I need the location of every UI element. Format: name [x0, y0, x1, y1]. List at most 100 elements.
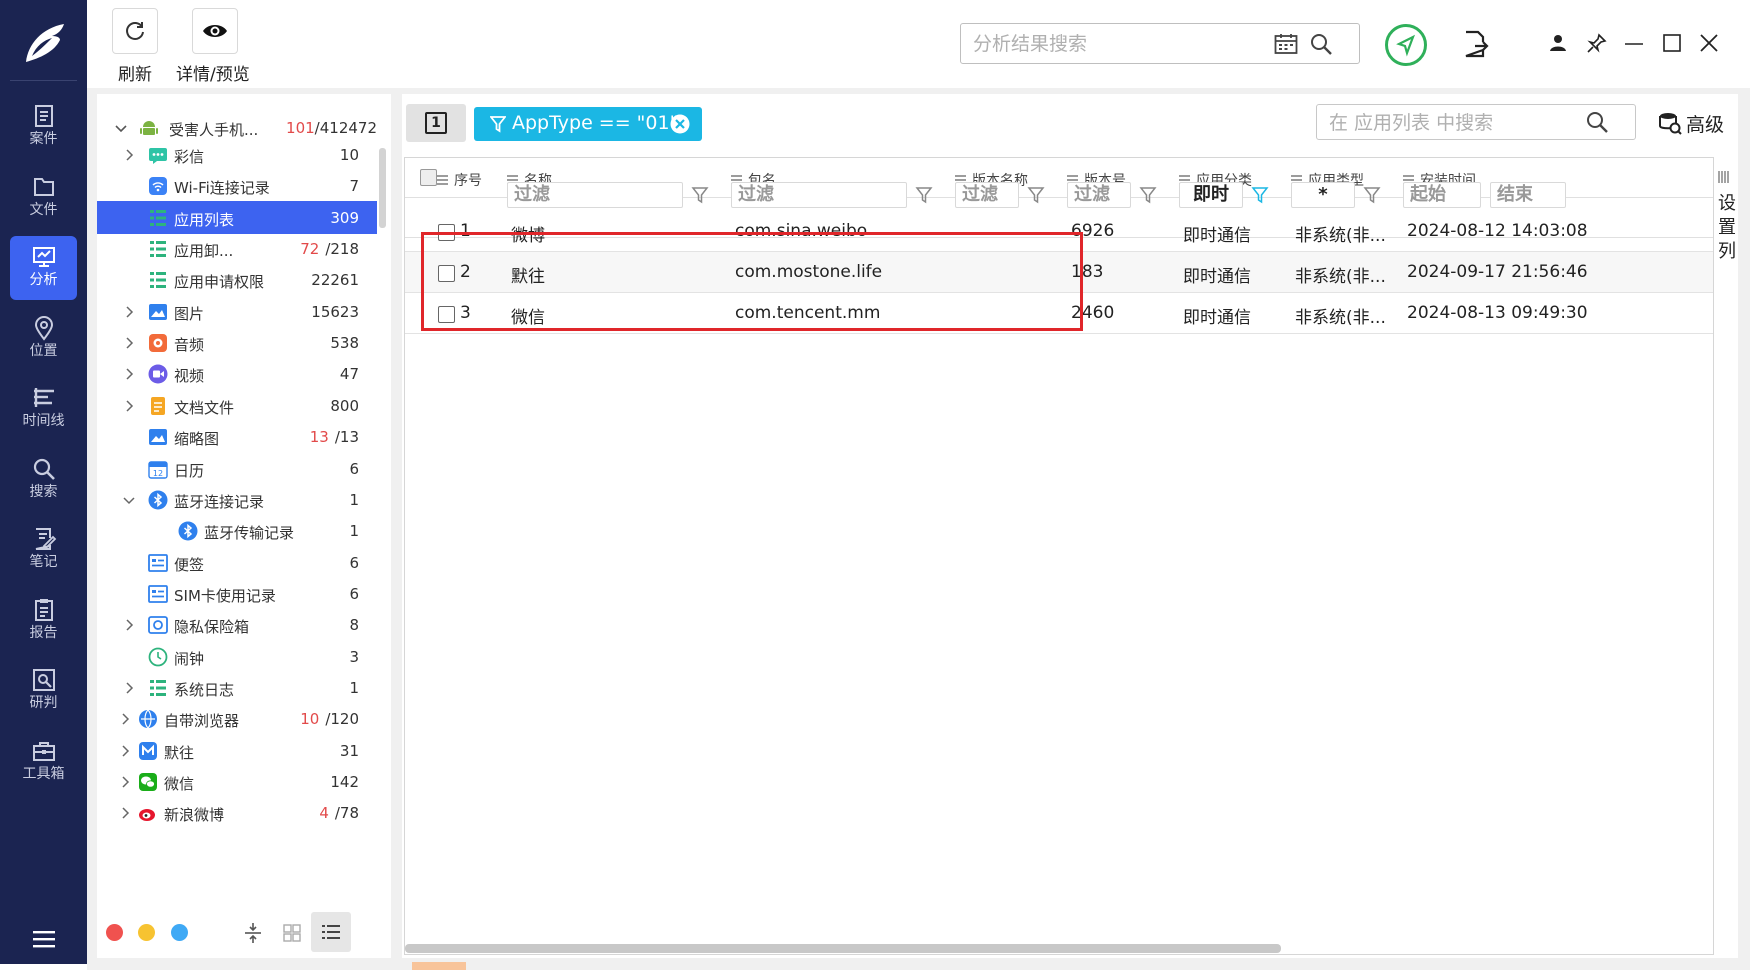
- refresh-button[interactable]: 刷新: [112, 8, 158, 85]
- tree-item-count: 10/120: [300, 710, 359, 728]
- tree-item-count: 1: [349, 522, 359, 540]
- advanced-search-button[interactable]: 高级: [1658, 110, 1724, 136]
- highlight-box: [421, 232, 1083, 331]
- nav-item-toolbox[interactable]: 工具箱: [10, 730, 77, 794]
- search-icon[interactable]: [1309, 32, 1333, 56]
- tree-item[interactable]: 蓝牙连接记录 1: [97, 483, 377, 517]
- filter-funnel-icon[interactable]: [1027, 186, 1045, 204]
- tree-item[interactable]: 微信 142: [97, 765, 377, 799]
- name-filter-input[interactable]: 过滤: [507, 182, 683, 208]
- tree-item[interactable]: 隐私保险箱 8: [97, 608, 377, 642]
- tree-item[interactable]: SIM卡使用记录 6: [97, 577, 377, 611]
- tree-item[interactable]: 彩信 10: [97, 138, 377, 172]
- filter-funnel-icon[interactable]: [1363, 186, 1381, 204]
- version-code-filter-input[interactable]: 过滤: [1067, 182, 1131, 208]
- tree-item[interactable]: 应用卸... 72/218: [97, 232, 377, 266]
- nav-item-timeline[interactable]: 时间线: [10, 377, 77, 441]
- category-filter-input[interactable]: 即时: [1179, 182, 1243, 208]
- nav-item-location[interactable]: 位置: [10, 307, 77, 371]
- close-icon[interactable]: [1700, 34, 1718, 52]
- pin-icon[interactable]: [1587, 33, 1607, 53]
- chevron-down-icon[interactable]: [123, 494, 135, 506]
- tree-scrollbar[interactable]: [379, 148, 386, 228]
- collapse-all-icon[interactable]: [244, 922, 262, 944]
- filter-funnel-icon[interactable]: [915, 186, 933, 204]
- analysis-search-box[interactable]: [960, 23, 1360, 64]
- nav-item-folder[interactable]: 文件: [10, 166, 77, 230]
- chip-remove-icon[interactable]: [670, 114, 690, 134]
- select-all-checkbox[interactable]: [420, 169, 437, 186]
- export-file-icon[interactable]: [1463, 30, 1489, 58]
- version-name-filter-input[interactable]: 过滤: [955, 182, 1019, 208]
- chevron-right-icon[interactable]: [119, 713, 131, 725]
- grid-view-icon[interactable]: [283, 924, 301, 942]
- blue-dot-icon[interactable]: [171, 924, 188, 941]
- nav-item-analysis[interactable]: 分析: [10, 236, 77, 300]
- column-settings-button[interactable]: 设置列: [1716, 192, 1738, 264]
- chevron-right-icon[interactable]: [123, 619, 135, 631]
- list-search-box[interactable]: [1316, 104, 1636, 140]
- nav-item-search[interactable]: 搜索: [10, 448, 77, 512]
- chevron-right-icon[interactable]: [119, 745, 131, 757]
- nav-item-report[interactable]: 报告: [10, 589, 77, 653]
- yellow-dot-icon[interactable]: [138, 924, 155, 941]
- chevron-right-icon[interactable]: [119, 776, 131, 788]
- install-time-start-input[interactable]: 起始: [1403, 182, 1481, 208]
- list-search-input[interactable]: [1329, 111, 1579, 135]
- details-preview-button[interactable]: 详情/预览: [176, 8, 250, 85]
- weibo-icon: [139, 809, 155, 822]
- chevron-right-icon[interactable]: [119, 807, 131, 819]
- minimize-icon[interactable]: [1625, 42, 1643, 46]
- filter-funnel-icon[interactable]: [1139, 186, 1157, 204]
- search-icon[interactable]: [1585, 110, 1609, 134]
- chevron-down-icon[interactable]: [115, 122, 127, 134]
- chevron-right-icon[interactable]: [123, 368, 135, 380]
- tree-item[interactable]: Wi-Fi连接记录 7: [97, 169, 377, 203]
- tree-item[interactable]: 蓝牙传输记录 1: [97, 514, 377, 548]
- filter-funnel-icon[interactable]: [691, 186, 709, 204]
- shield-status-icon[interactable]: [1384, 23, 1428, 67]
- tree-item[interactable]: 视频 47: [97, 357, 377, 391]
- cell-category: 即时通信: [1183, 308, 1251, 328]
- chevron-right-icon[interactable]: [123, 149, 135, 161]
- chevron-right-icon[interactable]: [123, 306, 135, 318]
- red-dot-icon[interactable]: [106, 924, 123, 941]
- filter-funnel-icon[interactable]: [1251, 186, 1269, 204]
- filter-chip-apptype[interactable]: AppType == "01": [474, 107, 702, 141]
- tree-item[interactable]: 便签 6: [97, 546, 377, 580]
- nav-item-case[interactable]: 案件: [10, 95, 77, 159]
- user-icon[interactable]: [1549, 34, 1567, 52]
- calendar-icon[interactable]: [1274, 33, 1298, 55]
- tree-item[interactable]: 图片 15623: [97, 295, 377, 329]
- column-menu-icon[interactable]: [437, 174, 448, 186]
- nav-item-note[interactable]: 笔记: [10, 518, 77, 582]
- horizontal-scrollbar[interactable]: [405, 944, 1281, 953]
- chevron-right-icon[interactable]: [123, 337, 135, 349]
- install-time-end-input[interactable]: 结束: [1490, 182, 1566, 208]
- page-number-button[interactable]: 1: [406, 104, 466, 142]
- tree-item[interactable]: 缩略图 13/13: [97, 420, 377, 454]
- tree-item[interactable]: 应用申请权限 22261: [97, 263, 377, 297]
- list-view-button[interactable]: [311, 912, 351, 952]
- tree-item[interactable]: 音频 538: [97, 326, 377, 360]
- maximize-icon[interactable]: [1663, 34, 1681, 52]
- chevron-right-icon[interactable]: [123, 682, 135, 694]
- type-filter-input[interactable]: *: [1291, 182, 1355, 208]
- tree-item[interactable]: 自带浏览器 10/120: [97, 702, 377, 736]
- tree-item-count-value: 1: [349, 522, 359, 541]
- tree-item[interactable]: 默往 31: [97, 734, 377, 768]
- analysis-search-input[interactable]: [973, 32, 1273, 56]
- details-preview-label: 详情/预览: [176, 65, 250, 85]
- nav-item-judge[interactable]: 研判: [10, 659, 77, 723]
- tree-item[interactable]: 系统日志 1: [97, 671, 377, 705]
- tree-item-label: 应用列表: [174, 210, 235, 229]
- tree-item[interactable]: 闹钟 3: [97, 640, 377, 674]
- tree-item[interactable]: 应用列表 309: [97, 200, 377, 234]
- chevron-right-icon[interactable]: [123, 400, 135, 412]
- package-filter-input[interactable]: 过滤: [731, 182, 907, 208]
- tree-item[interactable]: 12 日历 6: [97, 452, 377, 486]
- column-header[interactable]: 序号: [437, 158, 482, 198]
- tree-item[interactable]: 新浪微博 4/78: [97, 796, 377, 830]
- tree-item[interactable]: 文档文件 800: [97, 389, 377, 423]
- menu-icon[interactable]: [33, 930, 55, 948]
